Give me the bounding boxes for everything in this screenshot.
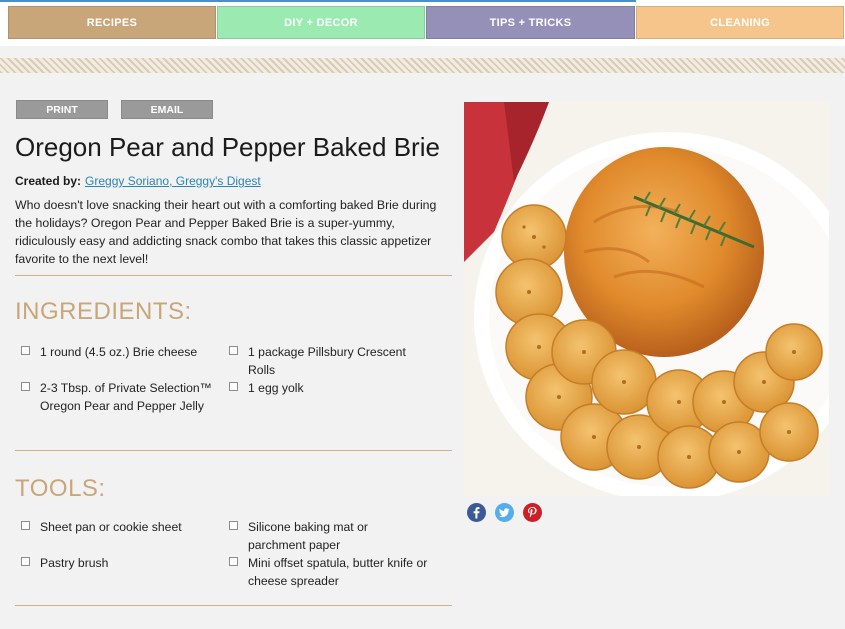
tool-checkbox[interactable] xyxy=(229,521,238,530)
ingredients-heading: INGREDIENTS: xyxy=(15,298,192,325)
email-button[interactable]: EMAIL xyxy=(121,100,213,119)
tool-checkbox[interactable] xyxy=(229,557,238,566)
top-accent-line xyxy=(0,0,636,2)
ingredient-checkbox[interactable] xyxy=(21,346,30,355)
twitter-icon[interactable] xyxy=(495,503,514,522)
nav-cleaning[interactable]: CLEANING xyxy=(636,6,844,39)
tool-item: Pastry brush xyxy=(40,556,109,570)
ingredient-checkbox[interactable] xyxy=(229,346,238,355)
divider xyxy=(15,450,452,451)
tool-item: Mini offset spatula, butter knife or che… xyxy=(248,556,428,588)
ingredient-checkbox[interactable] xyxy=(21,382,30,391)
tool-item: Sheet pan or cookie sheet xyxy=(40,520,182,534)
recipe-description: Who doesn't love snacking their heart ou… xyxy=(15,198,437,266)
decorative-stripe xyxy=(0,58,845,73)
recipe-photo xyxy=(464,102,829,496)
pinterest-icon[interactable] xyxy=(523,503,542,522)
top-navigation: RECIPES DIY + DECOR TIPS + TRICKS CLEANI… xyxy=(0,0,845,46)
ingredient-item: 1 egg yolk xyxy=(248,381,304,395)
nav-recipes[interactable]: RECIPES xyxy=(8,6,216,39)
created-by-label: Created by: xyxy=(15,174,82,188)
print-button[interactable]: PRINT xyxy=(16,100,108,119)
nav-tips-tricks[interactable]: TIPS + TRICKS xyxy=(426,6,635,39)
byline: Created by: Greggy Soriano, Greggy's Dige… xyxy=(15,174,261,188)
ingredient-item: 2-3 Tbsp. of Private Selection™ Oregon P… xyxy=(40,381,212,413)
baked-brie-illustration xyxy=(464,102,829,496)
tool-item: Silicone baking mat or parchment paper xyxy=(248,520,368,552)
tools-heading: TOOLS: xyxy=(15,475,106,502)
author-link[interactable]: Greggy Soriano, Greggy's Digest xyxy=(85,174,261,188)
nav-diy-decor[interactable]: DIY + DECOR xyxy=(217,6,425,39)
recipe-title: Oregon Pear and Pepper Baked Brie xyxy=(15,132,440,162)
ingredient-checkbox[interactable] xyxy=(229,382,238,391)
facebook-icon[interactable] xyxy=(467,503,486,522)
tool-checkbox[interactable] xyxy=(21,521,30,530)
ingredient-item: 1 round (4.5 oz.) Brie cheese xyxy=(40,345,198,359)
divider xyxy=(15,605,452,606)
divider xyxy=(15,275,452,276)
tool-checkbox[interactable] xyxy=(21,557,30,566)
ingredient-item: 1 package Pillsbury Crescent Rolls xyxy=(248,345,406,377)
